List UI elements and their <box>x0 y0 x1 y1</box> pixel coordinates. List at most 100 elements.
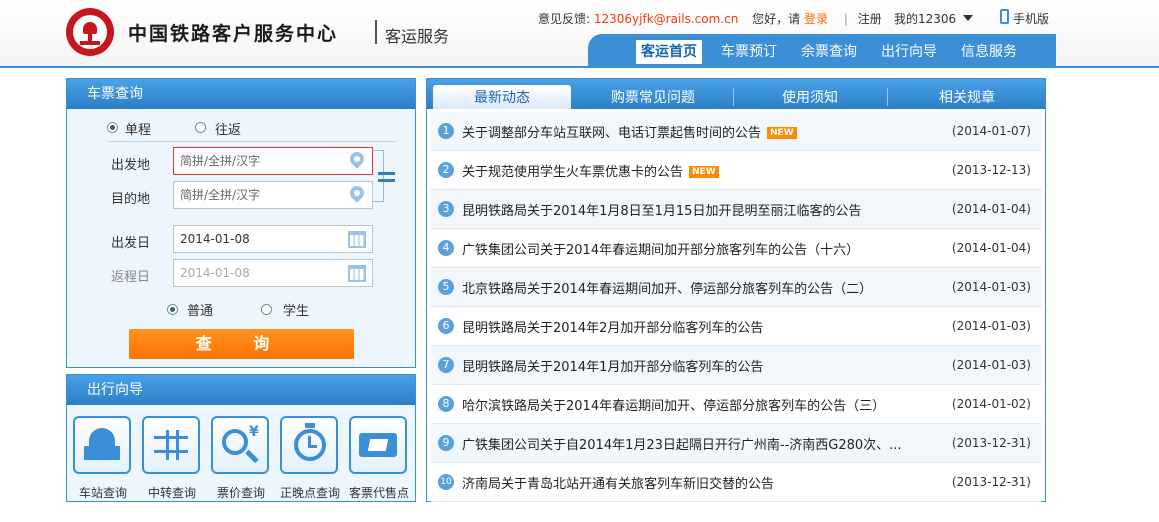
tab-usage-notes[interactable]: 使用须知 <box>737 85 883 109</box>
guide-label[interactable]: 正晚点查询 <box>280 484 340 501</box>
nav-item-remaining-tickets[interactable]: 余票查询 <box>796 40 862 64</box>
logo-rail-base <box>80 41 100 45</box>
railway-logo-icon[interactable] <box>66 8 114 56</box>
guide-label[interactable]: 中转查询 <box>142 484 202 501</box>
link-separator: | <box>843 12 848 26</box>
calendar-icon[interactable] <box>348 265 366 282</box>
one-way-radio[interactable] <box>107 122 118 133</box>
guide-station-query[interactable]: 车站查询 <box>73 416 133 501</box>
from-station-label: 出发地 <box>111 158 151 173</box>
mobile-phone-icon[interactable] <box>1000 9 1009 24</box>
round-trip-label[interactable]: 往返 <box>215 119 241 138</box>
news-title-text[interactable]: 关于规范使用学生火车票优惠卡的公告 <box>462 165 683 180</box>
from-station-input[interactable]: 简拼/全拼/汉字 <box>173 147 373 175</box>
news-title-link[interactable]: 昆明铁路局关于2014年1月8日至1月15日加开昆明至丽江临客的公告 <box>462 200 861 219</box>
ticket-normal-label[interactable]: 普通 <box>187 300 213 319</box>
news-title-link[interactable]: 济南局关于青岛北站开通有关旅客列车新旧交替的公告 <box>462 473 774 492</box>
news-number-badge: 4 <box>438 240 454 256</box>
news-title-link[interactable]: 广铁集团公司关于2014年春运期间加开部分旅客列车的公告（十六） <box>462 239 859 258</box>
one-way-label[interactable]: 单程 <box>125 119 151 138</box>
news-item[interactable]: 10 济南局关于青岛北站开通有关旅客列车新旧交替的公告 (2013-12-31) <box>431 463 1041 502</box>
news-number-badge: 7 <box>438 357 454 373</box>
news-title-text[interactable]: 广铁集团公司关于自2014年1月23日起隔日开行广州南--济南西G280次、..… <box>462 438 902 453</box>
chevron-down-icon[interactable] <box>963 15 973 21</box>
ticket-query-panel: 车票查询 单程 往返 出发地 简拼/全拼/汉字 目的地 简拼/全拼/汉字 出发日… <box>66 78 416 368</box>
guide-price-query[interactable]: ¥ 票价查询 <box>211 416 271 501</box>
to-station-label: 目的地 <box>111 192 151 207</box>
news-title-text[interactable]: 昆明铁路局关于2014年1月8日至1月15日加开昆明至丽江临客的公告 <box>462 204 861 219</box>
news-item[interactable]: 1 关于调整部分车站互联网、电话订票起售时间的公告 NEW (2014-01-07) <box>431 112 1041 151</box>
ticket-student-radio[interactable] <box>261 304 272 315</box>
form-divider <box>107 141 397 142</box>
news-title-link[interactable]: 关于规范使用学生火车票优惠卡的公告 NEW <box>462 161 719 180</box>
news-item[interactable]: 9 广铁集团公司关于自2014年1月23日起隔日开行广州南--济南西G280次、.… <box>431 424 1041 463</box>
nav-item-travel-guide[interactable]: 出行向导 <box>876 40 942 64</box>
to-station-input[interactable]: 简拼/全拼/汉字 <box>173 181 373 209</box>
login-link[interactable]: 登录 <box>804 10 828 27</box>
news-title-link[interactable]: 关于调整部分车站互联网、电话订票起售时间的公告 NEW <box>462 122 797 141</box>
guide-punctuality-query[interactable]: 正晚点查询 <box>280 416 340 501</box>
travel-guide-panel: 出行向导 车站查询 中转查询 ¥ 票价查询 正晚点查询 客票代售点 <box>66 374 416 502</box>
guide-transfer-query[interactable]: 中转查询 <box>142 416 202 501</box>
news-title-text[interactable]: 关于调整部分车站互联网、电话订票起售时间的公告 <box>462 126 761 141</box>
news-title-text[interactable]: 北京铁路局关于2014年春运期间加开、停运部分旅客列车的公告（二） <box>462 282 872 297</box>
station-icon[interactable] <box>73 416 131 474</box>
tab-latest-news[interactable]: 最新动态 <box>433 85 571 109</box>
clock-icon[interactable] <box>280 416 338 474</box>
register-link[interactable]: 注册 <box>858 10 882 27</box>
news-number-badge: 8 <box>438 396 454 412</box>
depart-date-input[interactable]: 2014-01-08 <box>173 225 373 253</box>
tab-regulations[interactable]: 相关规章 <box>893 85 1041 109</box>
price-search-icon[interactable]: ¥ <box>211 416 269 474</box>
guide-label[interactable]: 车站查询 <box>73 484 133 501</box>
news-date: (2014-01-07) <box>951 124 1031 138</box>
nav-item-info-service[interactable]: 信息服务 <box>956 40 1022 64</box>
news-number-badge: 2 <box>438 162 454 178</box>
guide-ticket-agent[interactable]: 客票代售点 <box>349 416 409 501</box>
news-item[interactable]: 3 昆明铁路局关于2014年1月8日至1月15日加开昆明至丽江临客的公告 (2014… <box>431 190 1041 229</box>
news-title-link[interactable]: 北京铁路局关于2014年春运期间加开、停运部分旅客列车的公告（二） <box>462 278 872 297</box>
nav-item-home[interactable]: 客运首页 <box>636 40 702 64</box>
news-title-link[interactable]: 昆明铁路局关于2014年1月加开部分临客列车的公告 <box>462 356 763 375</box>
news-title-link[interactable]: 昆明铁路局关于2014年2月加开部分临客列车的公告 <box>462 317 763 336</box>
news-item[interactable]: 6 昆明铁路局关于2014年2月加开部分临客列车的公告 (2014-01-03) <box>431 307 1041 346</box>
return-date-input[interactable]: 2014-01-08 <box>173 259 373 287</box>
ticket-agent-icon[interactable] <box>349 416 407 474</box>
location-pin-icon[interactable] <box>347 149 367 170</box>
round-trip-radio[interactable] <box>195 122 206 133</box>
news-item[interactable]: 2 关于规范使用学生火车票优惠卡的公告 NEW (2013-12-13) <box>431 151 1041 190</box>
calendar-icon[interactable] <box>348 231 366 248</box>
guide-label[interactable]: 票价查询 <box>211 484 271 501</box>
news-title-link[interactable]: 广铁集团公司关于自2014年1月23日起隔日开行广州南--济南西G280次、..… <box>462 434 902 453</box>
news-title-text[interactable]: 济南局关于青岛北站开通有关旅客列车新旧交替的公告 <box>462 477 774 492</box>
news-date: (2014-01-03) <box>951 319 1031 333</box>
ticket-student-label[interactable]: 学生 <box>283 300 309 319</box>
query-button[interactable]: 查 询 <box>129 329 354 359</box>
location-pin-icon[interactable] <box>347 183 367 204</box>
from-station-placeholder: 简拼/全拼/汉字 <box>180 154 261 168</box>
news-item[interactable]: 7 昆明铁路局关于2014年1月加开部分临客列车的公告 (2014-01-03) <box>431 346 1041 385</box>
feedback-email-link[interactable]: 12306yjfk@rails.com.cn <box>594 12 738 26</box>
swap-icon[interactable] <box>378 170 395 184</box>
greeting-text: 您好，请 <box>752 12 801 26</box>
news-title-text[interactable]: 广铁集团公司关于2014年春运期间加开部分旅客列车的公告（十六） <box>462 243 859 258</box>
ticket-normal-radio[interactable] <box>167 304 178 315</box>
guide-label[interactable]: 客票代售点 <box>349 484 409 501</box>
news-item[interactable]: 5 北京铁路局关于2014年春运期间加开、停运部分旅客列车的公告（二） (2014-… <box>431 268 1041 307</box>
news-number-badge: 1 <box>438 123 454 139</box>
my12306-menu[interactable]: 我的12306 <box>894 10 956 27</box>
news-date: (2014-01-04) <box>951 241 1031 255</box>
news-title-text[interactable]: 昆明铁路局关于2014年2月加开部分临客列车的公告 <box>462 321 763 336</box>
news-date: (2013-12-31) <box>951 475 1031 489</box>
mobile-version-link[interactable]: 手机版 <box>1013 10 1049 27</box>
site-title[interactable]: 中国铁路客户服务中心 <box>128 19 338 46</box>
news-title-link[interactable]: 哈尔滨铁路局关于2014年春运期间加开、停运部分旅客列车的公告（三） <box>462 395 885 414</box>
news-title-text[interactable]: 哈尔滨铁路局关于2014年春运期间加开、停运部分旅客列车的公告（三） <box>462 399 885 414</box>
news-item[interactable]: 4 广铁集团公司关于2014年春运期间加开部分旅客列车的公告（十六） (2014-0… <box>431 229 1041 268</box>
nav-item-booking[interactable]: 车票预订 <box>716 40 782 64</box>
transfer-icon[interactable] <box>142 416 200 474</box>
tab-ticket-faq[interactable]: 购票常见问题 <box>579 85 727 109</box>
news-title-text[interactable]: 昆明铁路局关于2014年1月加开部分临客列车的公告 <box>462 360 763 375</box>
news-item[interactable]: 8 哈尔滨铁路局关于2014年春运期间加开、停运部分旅客列车的公告（三） (2014… <box>431 385 1041 424</box>
feedback-label: 意见反馈: <box>538 12 591 26</box>
